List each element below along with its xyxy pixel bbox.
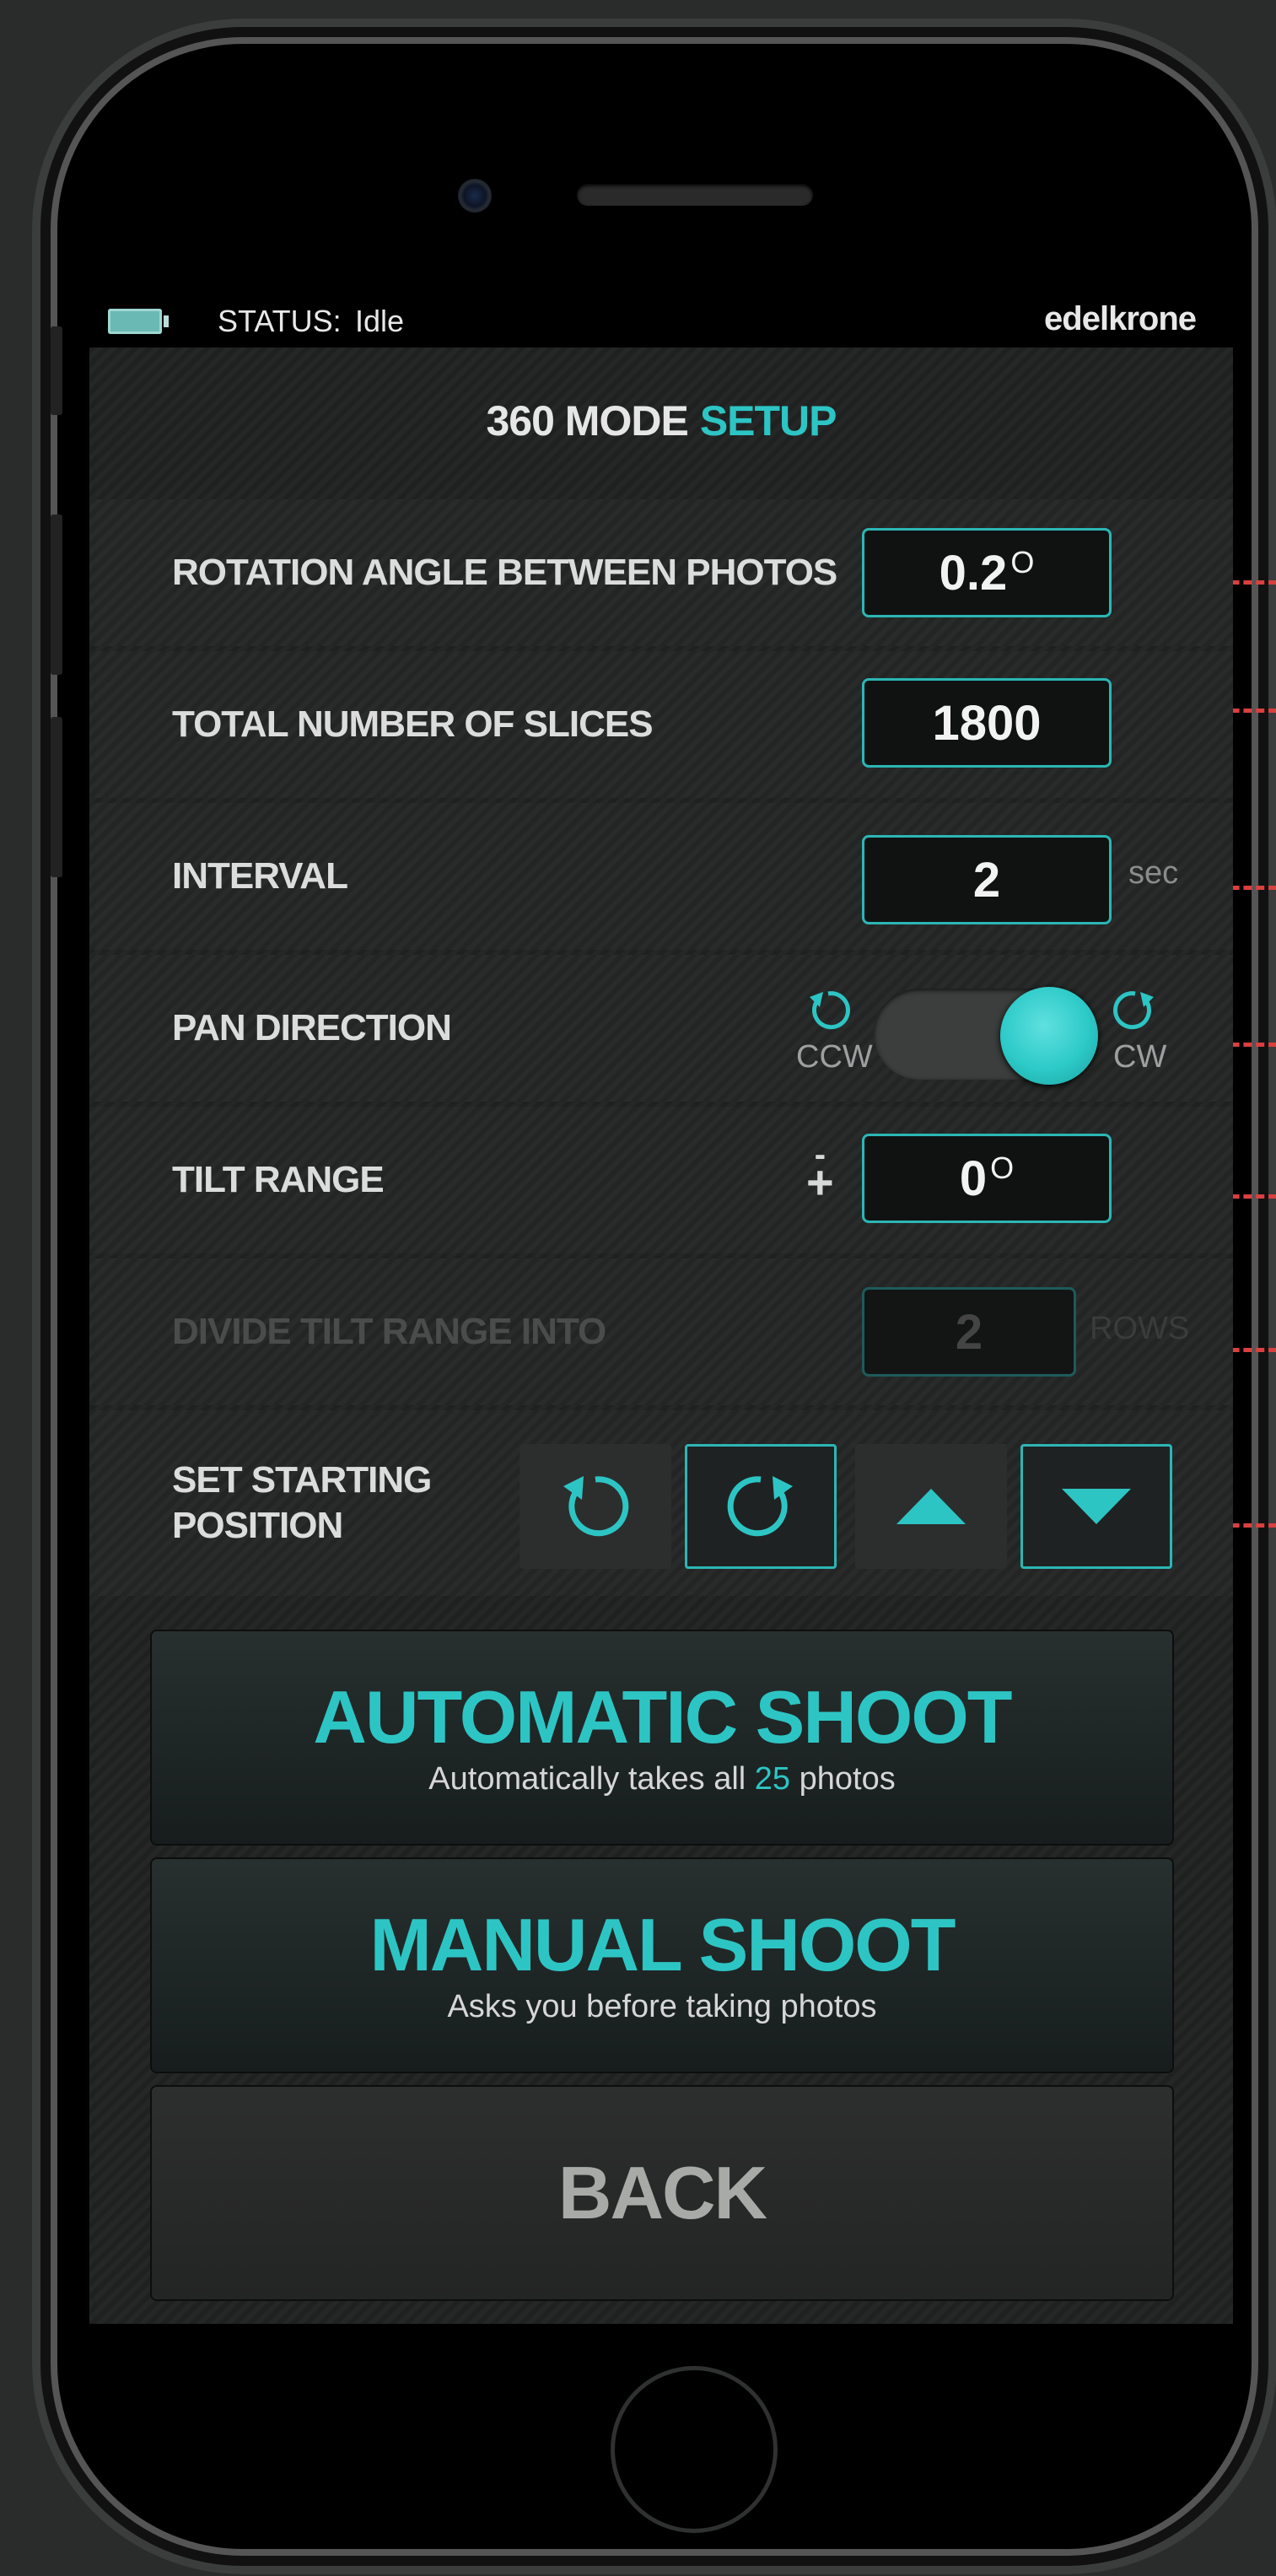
mute-switch (51, 326, 62, 415)
automatic-shoot-button[interactable]: AUTOMATIC SHOOT Automatically takes all … (152, 1631, 1172, 1844)
row-total-slices: TOTAL NUMBER OF SLICES 1800 (89, 651, 1233, 798)
title-setup: SETUP (699, 397, 837, 445)
triangle-up-icon (896, 1489, 966, 1524)
rotate-cw-icon (727, 1476, 793, 1537)
tilt-range-value: 0 (959, 1151, 988, 1206)
divide-tilt-unit: ROWS (1090, 1311, 1190, 1346)
back-label: BACK (557, 2151, 767, 2234)
rotate-cw-button[interactable] (685, 1444, 837, 1569)
toggle-knob[interactable] (1000, 987, 1098, 1085)
setup-panel: 360 MODE SETUP ROTATION ANGLE BETWEEN PH… (89, 348, 1233, 2324)
manual-shoot-description: Asks you before taking photos (447, 1988, 877, 2024)
rotation-angle-value: 0.2 (939, 545, 1008, 601)
rotate-ccw-icon (563, 1476, 629, 1537)
row-tilt-range: TILT RANGE - + 0O (89, 1107, 1233, 1253)
row-rotation-angle: ROTATION ANGLE BETWEEN PHOTOS 0.2 O (89, 499, 1233, 646)
total-slices-input[interactable]: 1800 (862, 678, 1112, 768)
front-camera (458, 179, 492, 213)
interval-value: 2 (972, 852, 1001, 908)
pan-direction-toggle[interactable] (874, 987, 1098, 1085)
automatic-shoot-description: Automatically takes all 25 photos (428, 1761, 895, 1797)
page-title: 360 MODE SETUP (89, 348, 1233, 494)
interval-input[interactable]: 2 (862, 835, 1112, 924)
status-value: Idle (355, 304, 405, 338)
tilt-down-button[interactable] (1020, 1444, 1172, 1569)
battery-icon (108, 309, 169, 334)
row-pan-direction: PAN DIRECTION CCW CW (89, 955, 1233, 1102)
app-screen: STATUS: Idle edelkrone 360 MODE SETUP RO… (89, 294, 1233, 2324)
starting-position-line1: SET STARTING (172, 1459, 432, 1501)
tilt-range-input[interactable]: 0O (862, 1134, 1112, 1223)
photo-count: 25 (754, 1760, 791, 1797)
ccw-label: CCW (796, 1039, 873, 1075)
degree-symbol: O (1010, 545, 1035, 579)
interval-label: INTERVAL (172, 855, 348, 897)
divide-tilt-value: 2 (955, 1304, 983, 1360)
home-button[interactable] (611, 2366, 778, 2533)
rotate-cw-icon (1113, 991, 1154, 1030)
back-button[interactable]: BACK (152, 2087, 1172, 2299)
manual-shoot-label: MANUAL SHOOT (369, 1902, 956, 1986)
volume-up-button (51, 515, 62, 675)
volume-down-button (51, 717, 62, 877)
status-label: STATUS: (218, 304, 342, 338)
manual-shoot-button[interactable]: MANUAL SHOOT Asks you before taking phot… (152, 1859, 1172, 2072)
row-interval: INTERVAL 2 sec (89, 803, 1233, 950)
total-slices-label: TOTAL NUMBER OF SLICES (172, 703, 654, 745)
automatic-shoot-label: AUTOMATIC SHOOT (313, 1674, 1012, 1759)
interval-unit: sec (1128, 855, 1179, 891)
starting-position-line2: POSITION (172, 1505, 343, 1546)
degree-symbol: O (990, 1151, 1015, 1185)
earpiece-speaker (577, 184, 813, 206)
automatic-sub-after: photos (799, 1760, 896, 1797)
row-divide-tilt-range: DIVIDE TILT RANGE INTO 2 ROWS (89, 1258, 1233, 1405)
rotation-angle-input[interactable]: 0.2 O (862, 528, 1112, 617)
plus-minus-icon: - + (806, 1136, 834, 1209)
pan-direction-label: PAN DIRECTION (172, 1007, 452, 1048)
triangle-down-icon (1062, 1489, 1131, 1524)
title-mode: 360 MODE (486, 397, 688, 445)
status-bar: STATUS: Idle edelkrone (89, 294, 1233, 348)
tilt-range-label: TILT RANGE (172, 1159, 385, 1200)
tilt-up-button[interactable] (855, 1444, 1007, 1569)
starting-position-label: SET STARTING POSITION (172, 1458, 543, 1549)
divide-tilt-input[interactable]: 2 (862, 1287, 1076, 1377)
rotate-ccw-button[interactable] (520, 1444, 671, 1569)
brand-logo: edelkrone (1044, 300, 1197, 337)
automatic-sub-before: Automatically takes all (428, 1760, 746, 1797)
divide-tilt-label: DIVIDE TILT RANGE INTO (172, 1311, 606, 1352)
cw-label: CW (1113, 1039, 1167, 1075)
row-starting-position: SET STARTING POSITION (89, 1410, 1233, 1596)
rotate-ccw-icon (810, 991, 850, 1030)
total-slices-value: 1800 (932, 695, 1042, 751)
rotation-angle-label: ROTATION ANGLE BETWEEN PHOTOS (172, 552, 837, 593)
